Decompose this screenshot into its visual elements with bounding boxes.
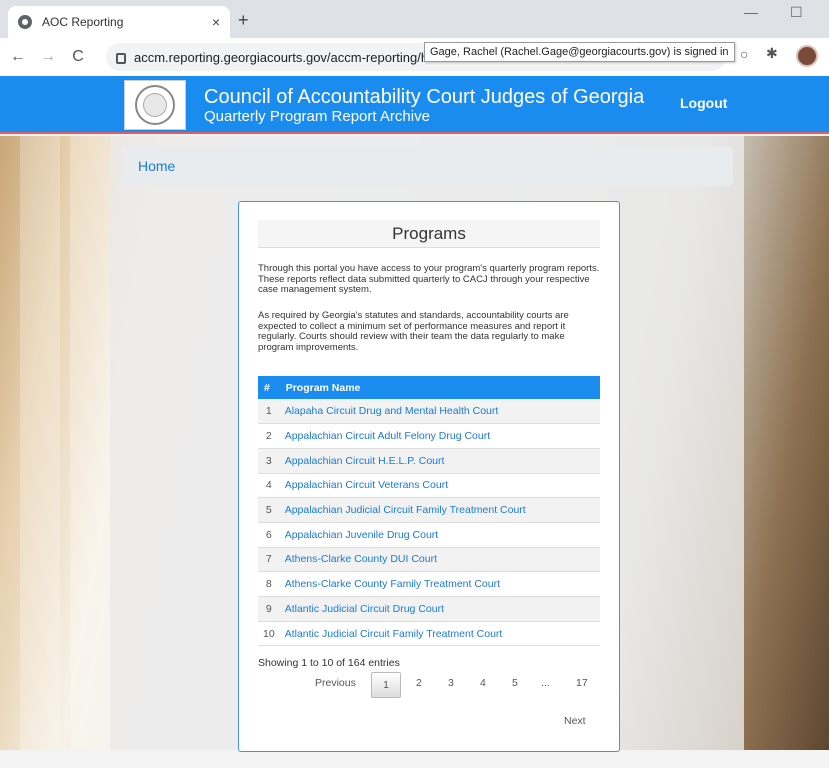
pagination-page[interactable]: 3 (448, 677, 454, 689)
logout-link[interactable]: Logout (680, 95, 727, 111)
intro-paragraph-1: Through this portal you have access to y… (258, 263, 600, 295)
georgia-seal-logo (124, 80, 186, 130)
browser-tab[interactable]: AOC Reporting × (8, 6, 230, 38)
row-number: 8 (265, 578, 272, 591)
breadcrumb: Home (122, 146, 733, 186)
program-name-link[interactable]: Appalachian Circuit H.E.L.P. Court (280, 448, 600, 473)
site-subtitle: Quarterly Program Report Archive (204, 108, 430, 125)
table-row: 4 Appalachian Circuit Veterans Court (258, 473, 600, 498)
program-name-link[interactable]: Appalachian Circuit Adult Felony Drug Co… (280, 424, 600, 449)
pagination-previous[interactable]: Previous (315, 677, 356, 689)
table-info: Showing 1 to 10 of 164 entries (258, 657, 400, 669)
site-header: Council of Accountability Court Judges o… (0, 76, 829, 134)
tab-title: AOC Reporting (42, 15, 124, 29)
table-row: 7 Athens-Clarke County DUI Court (258, 547, 600, 572)
back-button[interactable]: ← (6, 48, 30, 66)
pagination-page[interactable]: 5 (512, 677, 518, 689)
column-header-number[interactable]: # (258, 376, 280, 399)
program-name-link[interactable]: Appalachian Juvenile Drug Court (280, 522, 600, 547)
table-row: 8 Athens-Clarke County Family Treatment C… (258, 572, 600, 597)
extension-circle-icon[interactable]: ○ (740, 46, 748, 62)
background-column (20, 136, 60, 750)
site-title: Council of Accountability Court Judges o… (204, 86, 645, 108)
row-number: 3 (265, 454, 272, 467)
row-number: 6 (265, 528, 272, 541)
row-number: 5 (265, 504, 272, 517)
pagination-ellipsis: ... (541, 677, 550, 689)
minimize-icon[interactable]: — (744, 4, 758, 20)
programs-title: Programs (258, 220, 600, 248)
maximize-icon[interactable]: ☐ (790, 4, 803, 21)
new-tab-button[interactable]: + (238, 10, 249, 31)
row-number: 1 (265, 405, 272, 418)
row-number: 4 (265, 479, 272, 492)
breadcrumb-home-link[interactable]: Home (138, 158, 175, 174)
url-text: accm.reporting.georgiacourts.gov/accm-re… (134, 49, 436, 65)
row-number: 2 (265, 430, 272, 443)
globe-icon (18, 15, 32, 29)
column-header-program-name[interactable]: Program Name (280, 376, 600, 399)
program-name-link[interactable]: Appalachian Circuit Veterans Court (280, 473, 600, 498)
page-footer-band (0, 750, 829, 768)
reload-button[interactable]: C (66, 48, 90, 66)
program-name-link[interactable]: Appalachian Judicial Circuit Family Trea… (280, 498, 600, 523)
browser-tabstrip: AOC Reporting × + — ☐ (0, 0, 829, 38)
table-row: 3 Appalachian Circuit H.E.L.P. Court (258, 448, 600, 474)
program-name-link[interactable]: Alapaha Circuit Drug and Mental Health C… (280, 399, 600, 424)
program-name-link[interactable]: Atlantic Judicial Circuit Family Treatme… (280, 621, 600, 646)
program-name-link[interactable]: Athens-Clarke County DUI Court (280, 547, 600, 572)
pagination-page[interactable]: 2 (416, 677, 422, 689)
tab-close-button[interactable]: × (212, 14, 220, 30)
pagination-page-current[interactable]: 1 (371, 672, 401, 698)
program-name-link[interactable]: Atlantic Judicial Circuit Drug Court (280, 597, 600, 622)
table-row: 2 Appalachian Circuit Adult Felony Drug C… (258, 424, 600, 449)
row-number: 10 (263, 627, 275, 640)
pagination-page[interactable]: 17 (576, 677, 588, 689)
table-row: 10 Atlantic Judicial Circuit Family Treat… (258, 621, 600, 646)
table-row: 9 Atlantic Judicial Circuit Drug Court (258, 596, 600, 622)
profile-avatar[interactable] (796, 45, 818, 67)
programs-table: # Program Name 1 Alapaha Circuit Drug and… (258, 376, 600, 646)
programs-card: Programs Through this portal you have ac… (238, 201, 620, 752)
table-row: 1 Alapaha Circuit Drug and Mental Health … (258, 399, 600, 424)
intro-paragraph-2: As required by Georgia's statutes and st… (258, 310, 569, 353)
row-number: 9 (265, 602, 272, 615)
pagination-next[interactable]: Next (564, 715, 586, 727)
pagination-page[interactable]: 4 (480, 677, 486, 689)
forward-button[interactable]: → (36, 48, 60, 66)
table-row: 5 Appalachian Judicial Circuit Family Tre… (258, 497, 600, 523)
puzzle-icon[interactable]: ✱ (766, 45, 778, 62)
row-number: 7 (265, 553, 272, 566)
web-page: Council of Accountability Court Judges o… (0, 76, 829, 768)
program-name-link[interactable]: Athens-Clarke County Family Treatment Co… (280, 572, 600, 597)
table-header-row: # Program Name (258, 376, 600, 399)
signed-in-tooltip: Gage, Rachel (Rachel.Gage@georgiacourts.… (424, 42, 735, 62)
lock-icon (116, 52, 126, 64)
browser-toolbar: ← → C accm.reporting.georgiacourts.gov/a… (0, 38, 829, 76)
background-column (70, 136, 110, 750)
table-row: 6 Appalachian Juvenile Drug Court (258, 522, 600, 548)
